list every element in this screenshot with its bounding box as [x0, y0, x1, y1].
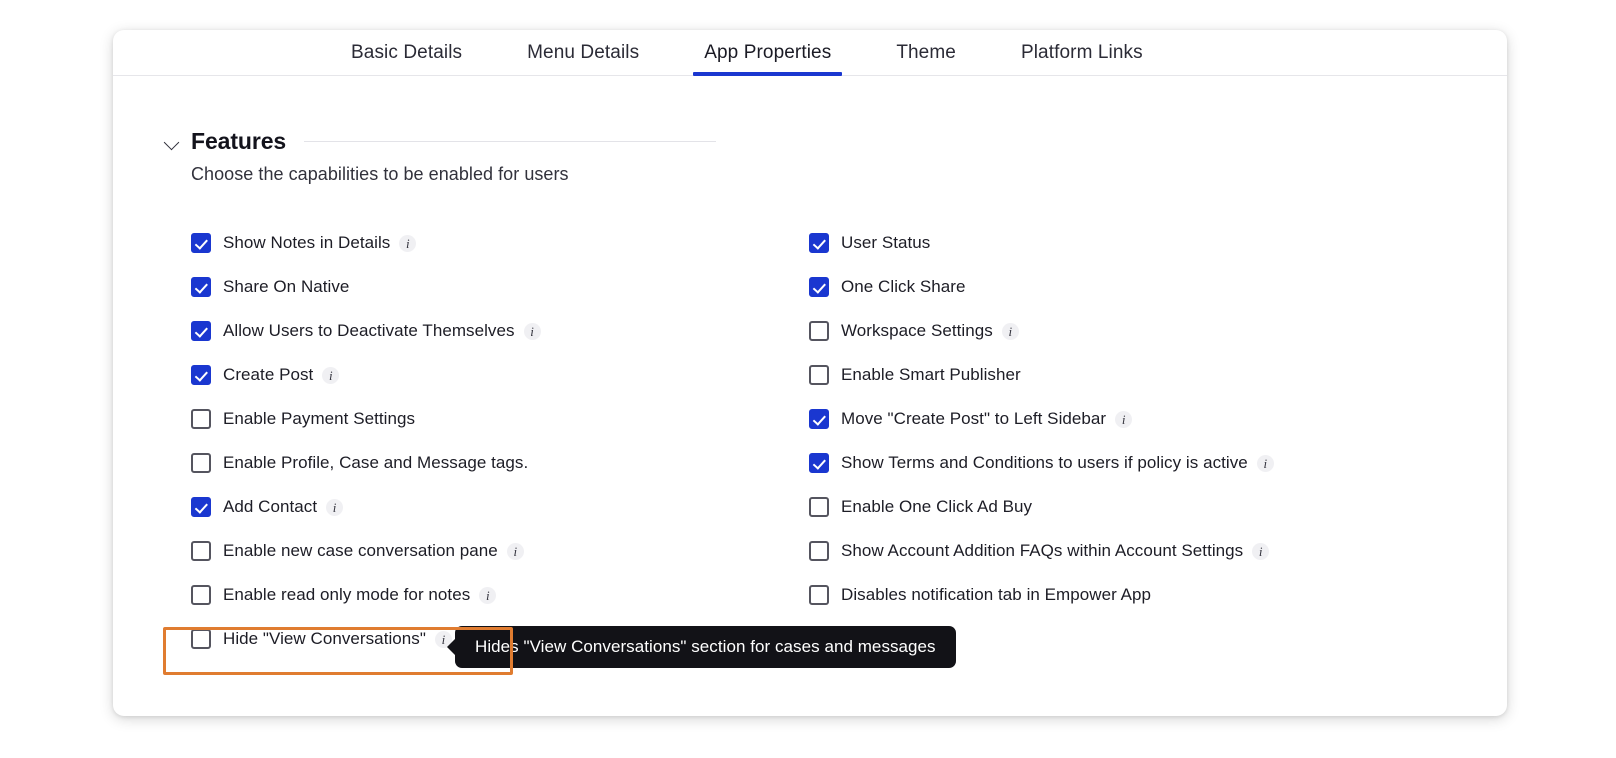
- checkbox-row[interactable]: Create Post i: [191, 353, 791, 397]
- checkbox-label: Show Account Addition FAQs within Accoun…: [841, 541, 1244, 560]
- checkbox-label: Add Contact: [223, 497, 318, 516]
- features-column-right: User Status One Click Share Workspace Sett…: [791, 221, 1429, 661]
- info-icon[interactable]: i: [1256, 454, 1274, 472]
- checkbox-unchecked-icon[interactable]: [809, 321, 829, 341]
- info-icon[interactable]: i: [523, 322, 541, 340]
- checkbox-label: Allow Users to Deactivate Themselves: [223, 321, 515, 340]
- checkbox-row[interactable]: Add Contact i: [191, 485, 791, 529]
- info-icon[interactable]: i: [399, 234, 417, 252]
- checkbox-row[interactable]: User Status: [809, 221, 1429, 265]
- features-column-left: Show Notes in Details i Share On Native All…: [163, 221, 791, 661]
- tab-menu-details[interactable]: Menu Details: [527, 43, 639, 75]
- checkbox-row[interactable]: Share On Native: [191, 265, 791, 309]
- checkbox-row[interactable]: Show Account Addition FAQs within Accoun…: [809, 529, 1429, 573]
- checkbox-unchecked-icon[interactable]: [809, 541, 829, 561]
- checkbox-row[interactable]: Disables notification tab in Empower App: [809, 573, 1429, 617]
- checkbox-checked-icon[interactable]: [809, 409, 829, 429]
- checkbox-unchecked-icon[interactable]: [809, 365, 829, 385]
- checkbox-label: Enable read only mode for notes: [223, 585, 471, 604]
- checkbox-label: Show Terms and Conditions to users if po…: [841, 453, 1248, 472]
- info-icon[interactable]: i: [506, 542, 524, 560]
- info-icon[interactable]: i: [326, 498, 344, 516]
- checkbox-label: Enable One Click Ad Buy: [841, 497, 1033, 516]
- chevron-down-icon[interactable]: [163, 133, 181, 151]
- checkbox-label: Enable Smart Publisher: [841, 365, 1021, 384]
- checkbox-unchecked-icon[interactable]: [191, 629, 211, 649]
- tooltip: Hides "View Conversations" section for c…: [455, 626, 956, 668]
- checkbox-row[interactable]: Enable new case conversation pane i: [191, 529, 791, 573]
- checkbox-row[interactable]: Allow Users to Deactivate Themselves i: [191, 309, 791, 353]
- checkbox-unchecked-icon[interactable]: [191, 409, 211, 429]
- checkbox-row[interactable]: Workspace Settings i: [809, 309, 1429, 353]
- checkbox-label: Move "Create Post" to Left Sidebar: [841, 409, 1107, 428]
- checkbox-checked-icon[interactable]: [809, 233, 829, 253]
- checkbox-label: Share On Native: [223, 277, 350, 296]
- checkbox-label: Hide "View Conversations": [223, 629, 426, 648]
- section-subtitle: Choose the capabilities to be enabled fo…: [191, 164, 569, 184]
- checkbox-label: Workspace Settings: [841, 321, 993, 340]
- info-icon[interactable]: i: [1115, 410, 1133, 428]
- checkbox-label: One Click Share: [841, 277, 966, 296]
- checkbox-label: Enable Payment Settings: [223, 409, 416, 428]
- info-icon[interactable]: i: [479, 586, 497, 604]
- checkbox-unchecked-icon[interactable]: [809, 585, 829, 605]
- features-section-header: Features: [163, 128, 716, 155]
- tab-theme[interactable]: Theme: [896, 43, 956, 75]
- checkbox-row[interactable]: Enable read only mode for notes i: [191, 573, 791, 617]
- tooltip-text: Hides "View Conversations" section for c…: [475, 637, 936, 656]
- checkbox-unchecked-icon[interactable]: [809, 497, 829, 517]
- tab-basic-details[interactable]: Basic Details: [351, 43, 462, 75]
- checkbox-row[interactable]: Enable Profile, Case and Message tags.: [191, 441, 791, 485]
- checkbox-unchecked-icon[interactable]: [191, 453, 211, 473]
- info-icon[interactable]: i: [1252, 542, 1270, 560]
- checkbox-unchecked-icon[interactable]: [191, 585, 211, 605]
- checkbox-label: Enable Profile, Case and Message tags.: [223, 453, 529, 472]
- checkbox-checked-icon[interactable]: [191, 321, 211, 341]
- checkbox-row[interactable]: Show Terms and Conditions to users if po…: [809, 441, 1429, 485]
- checkbox-label: Enable new case conversation pane: [223, 541, 498, 560]
- info-icon[interactable]: i: [1001, 322, 1019, 340]
- features-grid: Show Notes in Details i Share On Native All…: [163, 221, 1507, 661]
- checkbox-checked-icon[interactable]: [191, 365, 211, 385]
- checkbox-label: User Status: [841, 233, 931, 252]
- checkbox-unchecked-icon[interactable]: [191, 541, 211, 561]
- checkbox-label: Show Notes in Details: [223, 233, 391, 252]
- section-title: Features: [191, 128, 287, 154]
- checkbox-row[interactable]: Enable Smart Publisher: [809, 353, 1429, 397]
- checkbox-row[interactable]: Show Notes in Details i: [191, 221, 791, 265]
- tab-platform-links[interactable]: Platform Links: [1021, 43, 1143, 75]
- checkbox-row[interactable]: Move "Create Post" to Left Sidebar i: [809, 397, 1429, 441]
- checkbox-checked-icon[interactable]: [191, 233, 211, 253]
- checkbox-checked-icon[interactable]: [809, 453, 829, 473]
- tab-bar: Basic Details Menu Details App Properties T…: [113, 30, 1507, 76]
- features-section: Features Choose the capabilities to be e…: [113, 76, 1507, 661]
- app-properties-card: Basic Details Menu Details App Properties T…: [113, 30, 1507, 716]
- section-divider: [304, 141, 716, 142]
- checkbox-row[interactable]: Enable One Click Ad Buy: [809, 485, 1429, 529]
- checkbox-checked-icon[interactable]: [191, 277, 211, 297]
- info-icon[interactable]: i: [322, 366, 340, 384]
- checkbox-label: Disables notification tab in Empower App: [841, 585, 1152, 604]
- checkbox-checked-icon[interactable]: [809, 277, 829, 297]
- checkbox-label: Create Post: [223, 365, 314, 384]
- tab-app-properties[interactable]: App Properties: [693, 43, 843, 76]
- checkbox-checked-icon[interactable]: [191, 497, 211, 517]
- checkbox-row[interactable]: One Click Share: [809, 265, 1429, 309]
- checkbox-row[interactable]: Enable Payment Settings: [191, 397, 791, 441]
